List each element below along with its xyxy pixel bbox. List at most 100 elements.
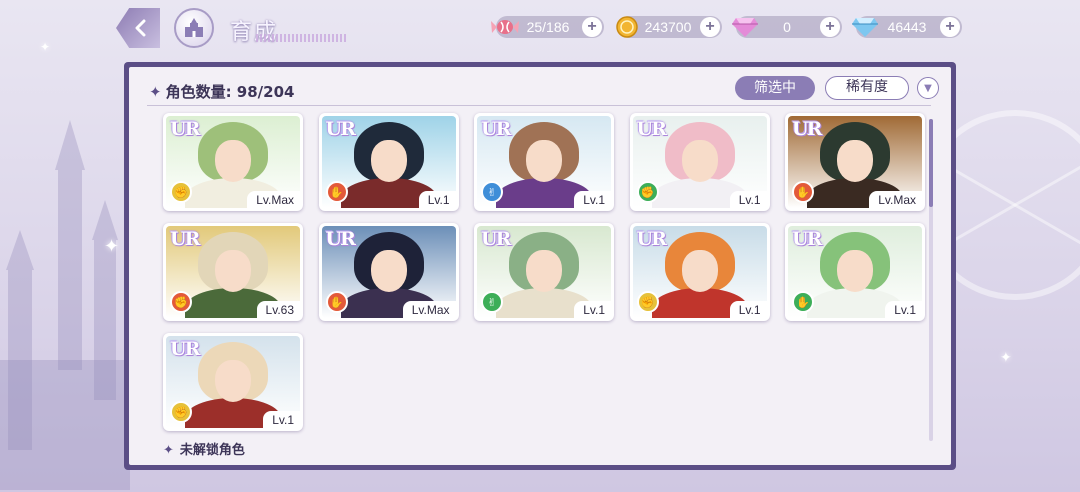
level-label: Lv.Max: [869, 191, 922, 208]
character-card[interactable]: UR ✊ Lv.63: [163, 223, 303, 321]
character-count-text: 角色数量: 98/204: [165, 83, 295, 101]
rarity-badge: UR: [792, 228, 822, 250]
rarity-badge: UR: [792, 118, 822, 140]
rarity-badge: UR: [170, 228, 200, 250]
locked-characters-text: 未解锁角色: [179, 443, 245, 458]
character-portrait: UR ✋ Lv.Max: [321, 226, 456, 318]
locked-characters-label: ✦ 未解锁角色: [163, 439, 245, 458]
candy-counter: 25/186 +: [491, 16, 604, 38]
rarity-sort-button[interactable]: 稀有度: [825, 76, 909, 100]
sparkle-icon: ✦: [104, 236, 120, 257]
candy-icon: [490, 12, 520, 42]
sparkle-icon: ✦: [1000, 350, 1012, 366]
rarity-badge: UR: [170, 338, 200, 360]
portrait-face: [681, 250, 718, 292]
home-castle-icon: [185, 18, 203, 37]
character-portrait: UR ✊ Lv.1: [166, 336, 300, 428]
pink-diamond-add-button[interactable]: +: [820, 17, 840, 37]
level-label: Lv.1: [263, 411, 300, 428]
character-panel: ✦ 角色数量: 98/204 筛选中 稀有度 ▼ UR ✊ Lv.Max UR ✋ Lv.1…: [124, 62, 956, 470]
portrait-face: [681, 140, 718, 182]
attribute-icon: ✊: [170, 181, 192, 203]
character-portrait: UR ✋ Lv.Max: [788, 116, 922, 208]
scrollbar-thumb[interactable]: [929, 119, 933, 207]
home-button[interactable]: [174, 8, 214, 48]
level-label: Lv.1: [574, 301, 611, 318]
pink-diamond-icon: [730, 12, 760, 42]
attribute-icon: ✊: [636, 181, 659, 203]
character-portrait: UR ✌ Lv.1: [477, 116, 611, 208]
attribute-icon: ✌: [481, 291, 503, 313]
character-card[interactable]: UR ✊ Lv.1: [163, 333, 303, 431]
character-portrait: UR ✊ Lv.1: [632, 226, 767, 318]
character-portrait: UR ✊ Lv.Max: [166, 116, 300, 208]
star-bullet-icon: ✦: [149, 83, 162, 101]
rarity-badge: UR: [636, 228, 667, 250]
character-card[interactable]: UR ✋ Lv.Max: [785, 113, 925, 211]
diamond-add-button[interactable]: +: [940, 17, 960, 37]
back-arrow-icon: [135, 19, 146, 37]
portrait-face: [837, 250, 873, 292]
character-card[interactable]: UR ✊ Lv.1: [629, 223, 770, 321]
attribute-icon: ✌: [481, 181, 503, 203]
character-card[interactable]: UR ✌ Lv.1: [474, 113, 614, 211]
portrait-face: [215, 250, 251, 292]
level-label: Lv.1: [574, 191, 611, 208]
character-card[interactable]: UR ✌ Lv.1: [474, 223, 614, 321]
sort-order-button[interactable]: ▼: [917, 77, 939, 99]
diamond-counter: 46443 +: [852, 16, 962, 38]
attribute-icon: ✊: [170, 291, 192, 313]
gold-coin-icon: [612, 12, 642, 42]
attribute-icon: ✋: [792, 291, 814, 313]
rarity-badge: UR: [170, 118, 200, 140]
attribute-icon: ✊: [636, 291, 659, 313]
level-label: Lv.1: [885, 301, 922, 318]
character-portrait: UR ✊ Lv.1: [632, 116, 767, 208]
attribute-icon: ✋: [325, 181, 348, 203]
character-card[interactable]: UR ✋ Lv.1: [785, 223, 925, 321]
sort-order-icon: ▼: [924, 82, 932, 94]
title-decoration: [256, 34, 348, 42]
portrait-face: [526, 250, 562, 292]
portrait-face: [526, 140, 562, 182]
pink-diamond-counter: 0 +: [732, 16, 842, 38]
level-label: Lv.Max: [247, 191, 300, 208]
level-label: Lv.Max: [402, 301, 456, 318]
level-label: Lv.1: [418, 191, 456, 208]
character-card[interactable]: UR ✋ Lv.1: [318, 113, 459, 211]
rarity-badge: UR: [636, 118, 667, 140]
attribute-icon: ✋: [792, 181, 814, 203]
character-card[interactable]: UR ✊ Lv.1: [629, 113, 770, 211]
header-divider: [147, 105, 931, 106]
character-portrait: UR ✌ Lv.1: [477, 226, 611, 318]
rarity-badge: UR: [325, 228, 356, 250]
character-card[interactable]: UR ✊ Lv.Max: [163, 113, 303, 211]
character-portrait: UR ✋ Lv.1: [788, 226, 922, 318]
candy-add-button[interactable]: +: [582, 17, 602, 37]
portrait-face: [370, 140, 407, 182]
portrait-face: [837, 140, 873, 182]
character-count-label: ✦ 角色数量: 98/204: [149, 81, 294, 102]
character-portrait: UR ✊ Lv.63: [166, 226, 300, 318]
sparkle-icon: ✦: [40, 40, 51, 54]
character-grid[interactable]: UR ✊ Lv.Max UR ✋ Lv.1 UR ✌ Lv.1 UR ✊ Lv.1 UR ✋ Lv.Max U…: [139, 111, 927, 457]
gold-add-button[interactable]: +: [700, 17, 720, 37]
star-bullet-icon: ✦: [163, 443, 174, 458]
portrait-face: [370, 250, 407, 292]
filter-button[interactable]: 筛选中: [735, 76, 815, 100]
level-label: Lv.63: [256, 301, 300, 318]
level-label: Lv.1: [729, 191, 767, 208]
rarity-badge: UR: [481, 228, 511, 250]
character-portrait: UR ✋ Lv.1: [321, 116, 456, 208]
gold-counter: 243700 +: [616, 16, 722, 38]
rarity-badge: UR: [481, 118, 511, 140]
portrait-face: [215, 140, 251, 182]
castle-silhouette: [0, 120, 130, 490]
character-card[interactable]: UR ✋ Lv.Max: [318, 223, 459, 321]
back-button[interactable]: [116, 8, 160, 48]
portrait-face: [215, 360, 251, 402]
blue-diamond-icon: [850, 12, 880, 42]
character-panel-inner: ✦ 角色数量: 98/204 筛选中 稀有度 ▼ UR ✊ Lv.Max UR ✋ Lv.1…: [129, 67, 951, 465]
attribute-icon: ✋: [325, 291, 348, 313]
level-label: Lv.1: [729, 301, 767, 318]
